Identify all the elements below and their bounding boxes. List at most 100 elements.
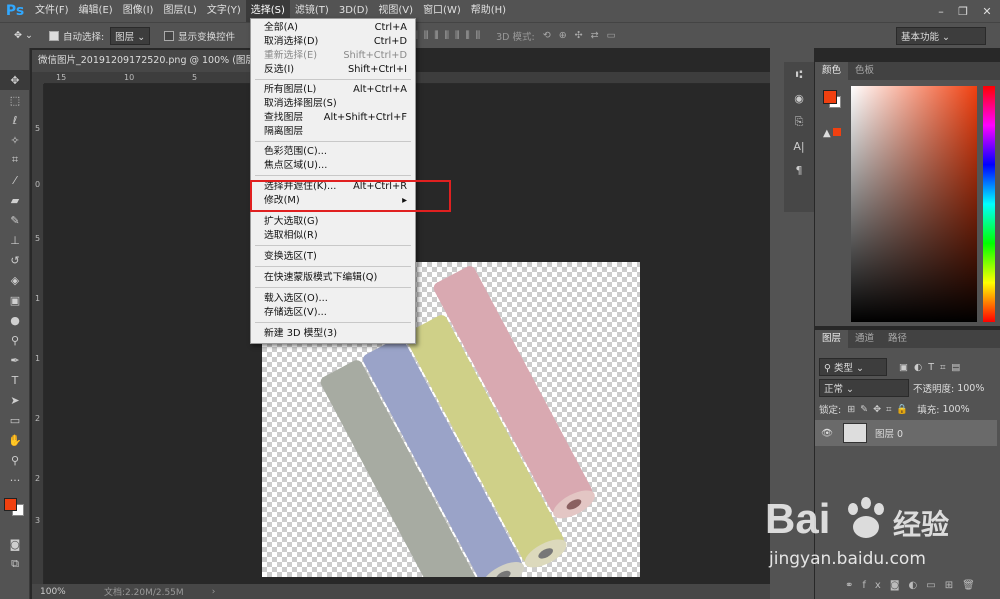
layer-filter-icons[interactable]: ▣◐T⌗▤ [899,362,966,373]
lock-icons[interactable]: ⊞✎✥⌗🔒 [847,404,913,415]
annotation-highlight [250,180,451,212]
pen-tool-icon[interactable]: ✒ [0,350,30,370]
screen-mode-icon[interactable]: ⧉ [0,554,30,574]
foreground-color-swatch[interactable] [823,90,837,104]
blur-tool-icon[interactable]: ● [0,310,30,330]
history-panel-icon[interactable]: ⑆ [784,62,814,86]
tab-swatches[interactable]: 色板 [848,62,881,80]
fill-value[interactable]: 100% [942,404,969,415]
rectangle-tool-icon[interactable]: ▭ [0,410,30,430]
close-button[interactable]: ✕ [976,0,998,22]
menu-item-color-range[interactable]: 色彩范围(C)... [251,145,415,159]
menu-item-isolate-layers[interactable]: 隔离图层 [251,125,415,139]
tab-channels[interactable]: 通道 [848,330,881,348]
blend-mode-dropdown[interactable]: 正常 ⌄ [819,379,909,397]
libraries-panel-icon[interactable]: ⎘ [784,110,814,134]
opacity-label: 不透明度: [913,384,955,395]
healing-tool-icon[interactable]: ▰ [0,190,30,210]
menu-separator [255,322,411,323]
eyedropper-tool-icon[interactable]: ⁄ [0,170,30,190]
menu-item-load-selection[interactable]: 载入选区(O)... [251,292,415,306]
ruler-v-label: 2 [35,414,41,423]
gradient-tool-icon[interactable]: ▣ [0,290,30,310]
menu-image[interactable]: 图像(I) [118,0,159,22]
opacity-value[interactable]: 100% [957,383,984,394]
hand-tool-icon[interactable]: ✋ [0,430,30,450]
menu-item-similar[interactable]: 选取相似(R) [251,229,415,243]
auto-select-checkbox[interactable] [48,30,59,41]
menu-item-save-selection[interactable]: 存储选区(V)... [251,306,415,320]
magic-wand-tool-icon[interactable]: ✧ [0,130,30,150]
character-panel-icon[interactable]: A| [784,134,814,158]
ruler-h-label: 5 [192,73,198,82]
tab-layers[interactable]: 图层 [815,330,849,348]
tab-color[interactable]: 颜色 [815,62,849,80]
layer-row[interactable]: 👁 图层 0 [815,420,997,446]
layers-footer-icons[interactable]: ⚭fx◙◐▭⊞🗑 [845,580,984,591]
menu-item-transform-selection[interactable]: 变换选区(T) [251,250,415,264]
menu-item-inverse[interactable]: 反选(I) Shift+Ctrl+I [251,63,415,77]
minimize-button[interactable]: – [930,0,952,22]
menu-item-deselect[interactable]: 取消选择(D) Ctrl+D [251,35,415,49]
hue-slider[interactable] [983,86,995,322]
menu-item-deselect-layers[interactable]: 取消选择图层(S) [251,97,415,111]
menu-type[interactable]: 文字(Y) [202,0,246,22]
collapsed-panels-strip: ⑆ ◉ ⎘ A| ¶ [784,62,814,212]
type-tool-icon[interactable]: T [0,370,30,390]
crop-tool-icon[interactable]: ⌗ [0,150,30,170]
fill-label: 填充: [917,405,940,416]
menu-file[interactable]: 文件(F) [30,0,74,22]
quick-mask-icon[interactable]: ◙ [0,534,30,554]
paragraph-panel-icon[interactable]: ¶ [784,158,814,182]
color-field[interactable] [851,86,977,322]
zoom-tool-icon[interactable]: ⚲ [0,450,30,470]
ruler-h-label: 10 [124,73,135,82]
move-tool-preset-icon[interactable]: ✥ ⌄ [14,30,33,41]
eraser-tool-icon[interactable]: ◈ [0,270,30,290]
foreground-color-swatch[interactable] [4,498,17,511]
menu-layer[interactable]: 图层(L) [158,0,201,22]
color-swatches[interactable] [0,490,29,534]
menu-item-new-3d-extrusion[interactable]: 新建 3D 模型(3) [251,327,415,341]
properties-panel-icon[interactable]: ◉ [784,86,814,110]
menu-item-grow[interactable]: 扩大选取(G) [251,215,415,229]
lasso-tool-icon[interactable]: ℓ [0,110,30,130]
menu-help[interactable]: 帮助(H) [466,0,511,22]
watermark-url: jingyan.baidu.com [769,549,926,569]
mode-3d-label: 3D 模式: [496,31,535,43]
document-tab[interactable]: 微信图片_20191209172520.png @ 100% (图层 0 [32,50,250,72]
marquee-tool-icon[interactable]: ⬚ [0,90,30,110]
menu-item-all-layers[interactable]: 所有图层(L) Alt+Ctrl+A [251,83,415,97]
menu-item-find-layers[interactable]: 查找图层 Alt+Shift+Ctrl+F [251,111,415,125]
tab-paths[interactable]: 路径 [881,330,914,348]
layer-filter-dropdown[interactable]: ⚲ 类型 ⌄ [819,358,887,376]
3d-mode-icons[interactable]: ⟲⊕✣⇄▭ [543,30,624,41]
watermark-brand: Bai [765,495,831,542]
photoshop-logo: Ps [5,3,25,19]
layer-name[interactable]: 图层 0 [875,426,903,440]
stamp-tool-icon[interactable]: ⊥ [0,230,30,250]
vertical-ruler: 5 0 5 1 1 2 2 3 [32,84,44,584]
menu-item-focus-area[interactable]: 焦点区域(U)... [251,159,415,173]
status-arrow-icon[interactable]: › [212,587,216,597]
more-tools-icon[interactable]: ··· [0,470,30,490]
menu-item-quick-mask[interactable]: 在快速蒙版模式下编辑(Q) [251,271,415,285]
visibility-eye-icon[interactable]: 👁 [821,428,835,439]
zoom-level[interactable]: 100% [40,587,96,597]
menu-item-all[interactable]: 全部(A) Ctrl+A [251,21,415,35]
dodge-tool-icon[interactable]: ⚲ [0,330,30,350]
brush-tool-icon[interactable]: ✎ [0,210,30,230]
restore-button[interactable]: ❐ [952,0,974,22]
menu-window[interactable]: 窗口(W) [418,0,466,22]
history-brush-tool-icon[interactable]: ↺ [0,250,30,270]
menu-separator [255,79,411,80]
show-transform-checkbox[interactable] [164,30,175,41]
menu-edit[interactable]: 编辑(E) [74,0,118,22]
workspace-dropdown[interactable]: 基本功能 ⌄ [896,26,986,45]
blend-mode-value: 正常 [824,384,844,395]
menu-item-reselect: 重新选择(E) Shift+Ctrl+D [264,50,407,61]
workspace-value: 基本功能 [901,31,940,43]
move-tool-icon[interactable]: ✥ [0,70,30,90]
auto-select-dropdown[interactable]: 图层 ⌄ [110,26,151,45]
path-select-tool-icon[interactable]: ➤ [0,390,30,410]
